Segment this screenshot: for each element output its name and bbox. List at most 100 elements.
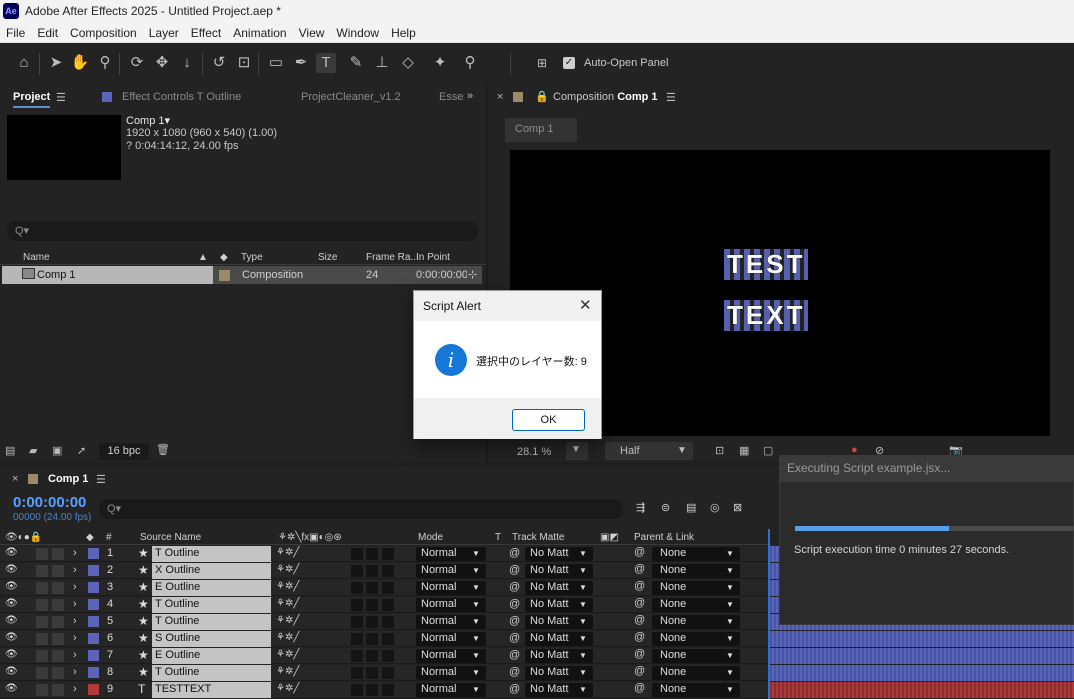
dependencies-icon[interactable]: ➚ [77,444,86,457]
parent-pickwhip-icon[interactable]: @ [634,665,645,681]
col-size[interactable]: Size [318,252,337,263]
new-folder-icon[interactable]: ▰ [29,444,37,457]
matte-pickwhip-icon[interactable]: @ [509,649,520,665]
layer-label-swatch[interactable] [88,650,99,661]
matte-pickwhip-icon[interactable]: @ [509,683,520,699]
lock-switch[interactable] [52,616,64,628]
track-matte-dropdown[interactable]: No Matt ▼ [525,649,593,663]
col-parent-link[interactable]: Parent & Link [634,532,694,543]
solo-switch[interactable] [36,582,48,594]
matte-pickwhip-icon[interactable]: @ [509,666,520,682]
timeline-search-input[interactable]: Q▾ [99,499,623,519]
layer-label-swatch[interactable] [88,548,99,559]
comp-flowchart-icon[interactable]: ⇶ [636,501,645,514]
layer-label-swatch[interactable] [88,616,99,627]
ok-button[interactable]: OK [512,409,585,431]
layer-duration-bar[interactable] [770,631,1074,647]
col-number[interactable]: # [106,532,112,543]
new-comp-icon[interactable]: ▣ [52,444,62,457]
more-tabs-icon[interactable]: » [467,90,473,102]
switch-box[interactable] [366,565,378,577]
eye-icon[interactable]: 👁 [5,683,18,699]
eraser-tool-icon[interactable]: ◇ [398,53,418,73]
chevron-right-icon[interactable]: › [73,615,77,631]
comp-breadcrumb-chip[interactable]: Comp 1 [505,118,577,142]
eye-icon[interactable]: 👁 [5,666,18,682]
panel-toggle-icon[interactable]: ⊞ [532,53,552,73]
chevron-right-icon[interactable]: › [73,581,77,597]
layer-label-swatch[interactable] [88,582,99,593]
switch-box[interactable] [382,667,394,679]
blend-mode-dropdown[interactable]: Normal ▼ [416,598,486,612]
layer-name[interactable]: X Outline [152,563,271,579]
layer-switches-icons[interactable]: ⚘✲╱ [276,649,299,665]
layer-row[interactable]: 👁 › 3 ★ E Outline ⚘✲╱ Normal ▼ @ No Matt ▼ @ None ▼ [0,580,768,596]
layer-row[interactable]: 👁 › 2 ★ X Outline ⚘✲╱ Normal ▼ @ No Matt ▼ @ None ▼ [0,563,768,579]
col-name[interactable]: Name [23,252,50,263]
frame-blending-icon[interactable]: ▤ [686,501,696,514]
blend-mode-dropdown[interactable]: Normal ▼ [416,632,486,646]
parent-dropdown[interactable]: None ▼ [652,564,740,578]
track-matte-dropdown[interactable]: No Matt ▼ [525,632,593,646]
pan-behind-tool-icon[interactable]: ⊡ [234,53,254,73]
switch-box[interactable] [351,582,363,594]
parent-pickwhip-icon[interactable]: @ [634,580,645,596]
layer-label-swatch[interactable] [88,633,99,644]
blend-mode-dropdown[interactable]: Normal ▼ [416,666,486,680]
fast-previews-icon[interactable]: ⊡ [715,444,724,457]
layer-row[interactable]: 👁 › 1 ★ T Outline ⚘✲╱ Normal ▼ @ No Matt ▼ @ None ▼ [0,546,768,562]
layer-duration-bar[interactable] [770,648,1074,664]
layer-switches-icons[interactable]: ⚘✲╱ [276,564,299,580]
blend-mode-dropdown[interactable]: Normal ▼ [416,683,486,697]
dialog-close-icon[interactable]: ✕ [579,296,592,314]
roto-brush-icon[interactable]: ✦ [430,53,450,73]
eye-icon[interactable]: 👁 [5,564,18,580]
menu-effect[interactable]: Effect [185,23,227,40]
matte-switch-icons[interactable]: ▣◩ [600,532,619,543]
tab-project[interactable]: Project [13,91,51,108]
blend-mode-dropdown[interactable]: Normal ▼ [416,564,486,578]
layer-row[interactable]: 👁 › 9 T TESTTEXT ⚘✲╱ Normal ▼ @ No Matt ▼ @ None ▼ [0,682,768,698]
layer-label-swatch[interactable] [88,565,99,576]
layer-duration-bar[interactable] [770,665,1074,681]
chevron-right-icon[interactable]: › [73,598,77,614]
blend-mode-dropdown[interactable]: Normal ▼ [416,615,486,629]
layer-name[interactable]: S Outline [152,631,271,647]
panel-menu-icon[interactable]: ☰ [666,91,676,104]
pan-camera-icon[interactable]: ✥ [152,53,172,73]
lock-switch[interactable] [52,650,64,662]
parent-dropdown[interactable]: None ▼ [652,598,740,612]
matte-pickwhip-icon[interactable]: @ [509,564,520,580]
rectangle-tool-icon[interactable]: ▭ [266,53,286,73]
eye-icon[interactable]: 👁 [5,649,18,665]
parent-dropdown[interactable]: None ▼ [652,632,740,646]
switch-box[interactable] [366,650,378,662]
switch-box[interactable] [382,616,394,628]
eye-icon[interactable]: 👁 [5,615,18,631]
selection-tool-icon[interactable]: ➤ [46,53,66,73]
switch-box[interactable] [351,548,363,560]
resolution-dropdown[interactable]: Half ▼ [605,442,693,460]
eye-icon[interactable]: 👁 [5,598,18,614]
lock-switch[interactable] [52,667,64,679]
magnification-dropdown[interactable]: ▼ [566,442,588,460]
solo-switch[interactable] [36,599,48,611]
track-matte-dropdown[interactable]: No Matt ▼ [525,581,593,595]
layer-duration-bar[interactable] [770,682,1074,698]
track-matte-dropdown[interactable]: No Matt ▼ [525,666,593,680]
switch-box[interactable] [351,667,363,679]
parent-pickwhip-icon[interactable]: @ [634,614,645,630]
parent-dropdown[interactable]: None ▼ [652,683,740,697]
parent-dropdown[interactable]: None ▼ [652,581,740,595]
matte-pickwhip-icon[interactable]: @ [509,598,520,614]
solo-switch[interactable] [36,650,48,662]
parent-dropdown[interactable]: None ▼ [652,615,740,629]
switch-box[interactable] [382,565,394,577]
type-tool-icon[interactable]: T [316,53,336,73]
solo-switch[interactable] [36,616,48,628]
switch-box[interactable] [382,650,394,662]
parent-dropdown[interactable]: None ▼ [652,649,740,663]
flowchart-icon[interactable]: ⊹ [468,268,477,281]
tab-effect-controls[interactable]: Effect Controls T Outline [122,91,241,103]
switch-box[interactable] [366,684,378,696]
